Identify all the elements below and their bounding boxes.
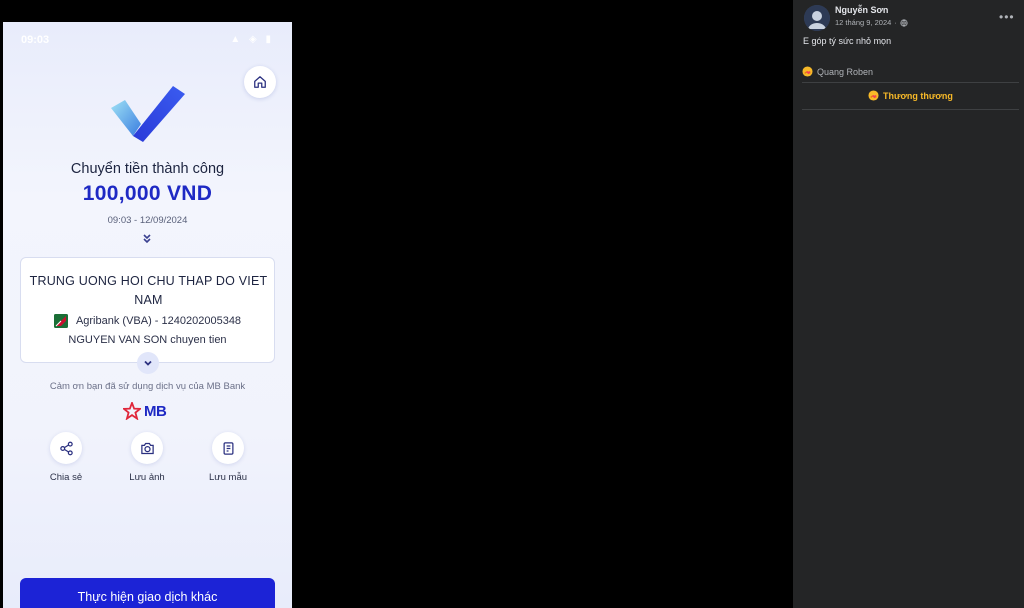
share-label: Chia sẻ <box>49 472 83 483</box>
comment-date-row: 12 tháng 9, 2024 · <box>835 18 908 27</box>
bank-account: Agribank (VBA) - 1240202005348 <box>75 315 242 327</box>
status-icons: ▲ ◈ ▮ <box>230 34 274 45</box>
status-time: 09:03 <box>21 34 50 46</box>
divider <box>802 82 1019 83</box>
avatar-image <box>804 5 830 31</box>
transfer-amount: 100,000 VND <box>82 182 213 205</box>
mb-brand-text: MB <box>144 402 167 420</box>
screen: 09:03 ▲ ◈ ▮ Chuyển tiền thành công 100,0… <box>0 0 1024 608</box>
new-transaction-button[interactable]: Thực hiện giao dịch khác <box>20 578 275 608</box>
save-image-label: Lưu ảnh <box>129 472 165 483</box>
home-button[interactable] <box>244 66 276 98</box>
agribank-logo-icon <box>53 314 68 328</box>
status-bar: 09:03 ▲ ◈ ▮ <box>3 22 292 54</box>
reaction-button[interactable]: Thương thương <box>868 90 953 101</box>
success-check-icon <box>111 86 185 142</box>
comment-date[interactable]: 12 tháng 9, 2024 <box>835 18 891 27</box>
save-template-action[interactable]: Lưu mẫu <box>193 432 263 483</box>
more-options-icon[interactable]: ••• <box>999 10 1015 24</box>
mb-bank-logo: MB <box>123 400 167 422</box>
recipient-name: TRUNG UONG HOI CHU THAP DO VIET NAM <box>29 274 268 307</box>
divider <box>802 109 1019 110</box>
save-image-action[interactable]: Lưu ảnh <box>112 432 182 483</box>
recipient-card: TRUNG UONG HOI CHU THAP DO VIET NAM Agri… <box>20 257 275 363</box>
expand-details-button[interactable] <box>137 352 159 374</box>
globe-icon <box>900 18 908 27</box>
chevron-down-icon <box>144 360 152 366</box>
comment-text: E góp tý sức nhỏ mọn <box>803 36 892 46</box>
reactor-row[interactable]: Quang Roben <box>802 66 873 77</box>
phone-screenshot: 09:03 ▲ ◈ ▮ Chuyển tiền thành công 100,0… <box>3 22 292 608</box>
double-chevron-down-icon[interactable] <box>140 232 154 246</box>
transfer-memo: NGUYEN VAN SON chuyen tien <box>68 334 227 346</box>
page-title: Chuyển tiền thành công <box>70 161 225 177</box>
share-action[interactable]: Chia sẻ <box>31 432 101 483</box>
save-template-label: Lưu mẫu <box>208 472 248 483</box>
comment-panel: Nguyễn Sơn 12 tháng 9, 2024 · ••• E góp … <box>793 0 1024 608</box>
avatar[interactable] <box>804 5 830 31</box>
transfer-datetime: 09:03 - 12/09/2024 <box>107 215 188 226</box>
template-icon <box>223 441 233 455</box>
comment-author[interactable]: Nguyễn Sơn <box>835 5 888 15</box>
reaction-button-label: Thương thương <box>883 90 953 101</box>
mb-star-icon <box>123 402 141 420</box>
share-icon <box>59 441 73 455</box>
care-reaction-icon <box>802 66 813 77</box>
home-icon <box>254 76 266 88</box>
action-row: Chia sẻ Lưu ảnh Lưu mẫu <box>3 432 292 492</box>
reactor-name: Quang Roben <box>817 66 874 77</box>
thank-you-note: Cảm ơn bạn đã sử dụng dịch vụ của MB Ban… <box>49 381 246 392</box>
camera-icon <box>140 442 154 454</box>
bank-account-line: Agribank (VBA) - 1240202005348 <box>21 314 274 328</box>
care-reaction-icon <box>868 90 879 101</box>
